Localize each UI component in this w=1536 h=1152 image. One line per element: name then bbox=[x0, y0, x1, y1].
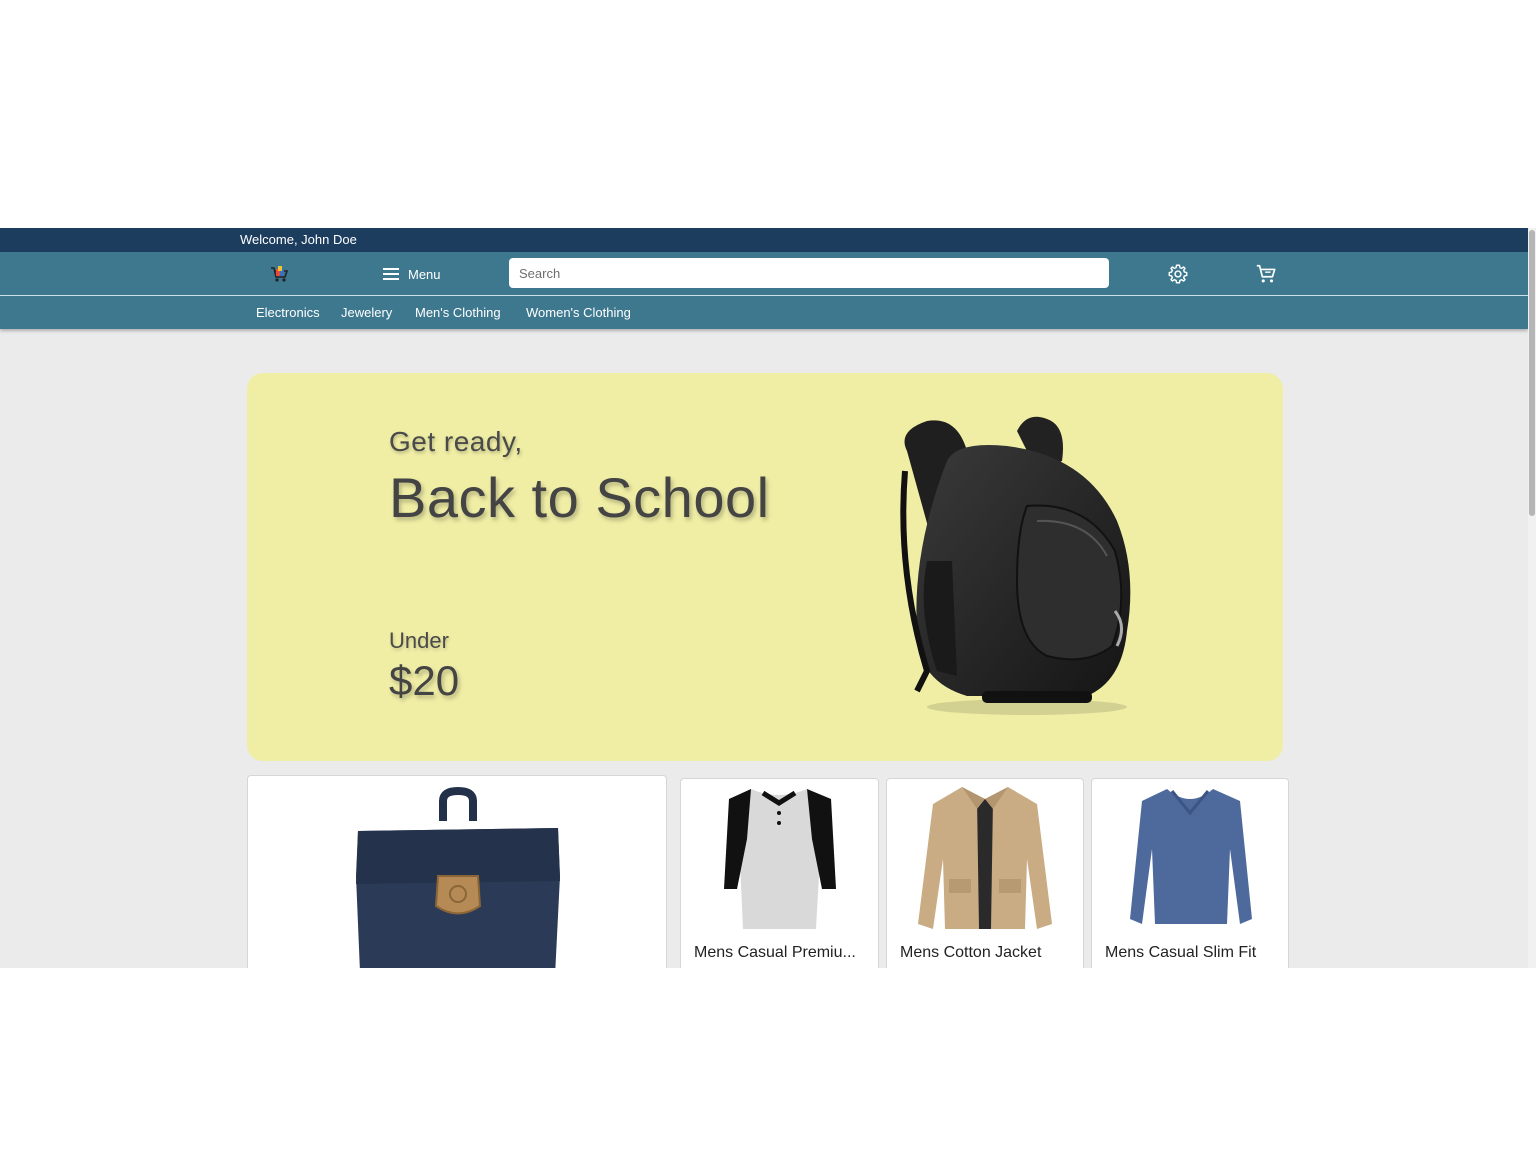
product-card[interactable]: Mens Casual Slim Fit bbox=[1091, 778, 1289, 968]
category-mens-clothing[interactable]: Men's Clothing bbox=[415, 305, 501, 320]
cart-button[interactable] bbox=[1255, 263, 1277, 285]
search-input[interactable] bbox=[509, 258, 1109, 288]
scrollbar-thumb[interactable] bbox=[1529, 230, 1535, 516]
product-title: Mens Casual Premiu... bbox=[694, 944, 856, 961]
product-card[interactable]: Mens Cotton Jacket bbox=[886, 778, 1084, 968]
settings-button[interactable] bbox=[1167, 263, 1189, 285]
category-womens-clothing[interactable]: Women's Clothing bbox=[526, 305, 631, 320]
menu-icon bbox=[383, 268, 399, 280]
product-image-jacket bbox=[918, 787, 1052, 929]
logo-icon[interactable] bbox=[268, 263, 290, 285]
hero-price-label: Under bbox=[389, 628, 449, 653]
product-image-longsleeve bbox=[1130, 789, 1252, 924]
menu-label: Menu bbox=[408, 266, 441, 282]
page-scrollbar[interactable] bbox=[1528, 228, 1536, 968]
hero-banner[interactable]: Get ready, Back to School Under $20 bbox=[247, 373, 1283, 761]
app-viewport: Welcome, John Doe Menu Search Electronic… bbox=[0, 228, 1536, 968]
product-card[interactable]: Mens Casual Premiu... bbox=[680, 778, 879, 968]
product-card[interactable] bbox=[247, 775, 667, 968]
cart-icon bbox=[1256, 264, 1276, 283]
settings-icon bbox=[1168, 264, 1188, 284]
category-bar: Electronics Jewelery Men's Clothing Wome… bbox=[0, 296, 1528, 329]
main-nav: Menu bbox=[0, 252, 1528, 296]
menu-button[interactable]: Menu bbox=[382, 263, 441, 285]
hero-title: Back to School bbox=[389, 466, 770, 529]
welcome-text: Welcome, John Doe bbox=[240, 232, 357, 247]
product-title: Mens Cotton Jacket bbox=[900, 944, 1042, 961]
hero-subtitle: Get ready, bbox=[389, 426, 523, 457]
backpack-image bbox=[900, 416, 1131, 715]
hero-price: $20 bbox=[389, 657, 460, 704]
category-jewelery[interactable]: Jewelery bbox=[341, 305, 392, 320]
product-title: Mens Casual Slim Fit bbox=[1105, 944, 1257, 961]
category-electronics[interactable]: Electronics bbox=[256, 305, 320, 320]
welcome-bar: Welcome, John Doe bbox=[0, 228, 1528, 252]
product-image-bag bbox=[356, 786, 560, 968]
product-image-henley bbox=[724, 789, 836, 929]
